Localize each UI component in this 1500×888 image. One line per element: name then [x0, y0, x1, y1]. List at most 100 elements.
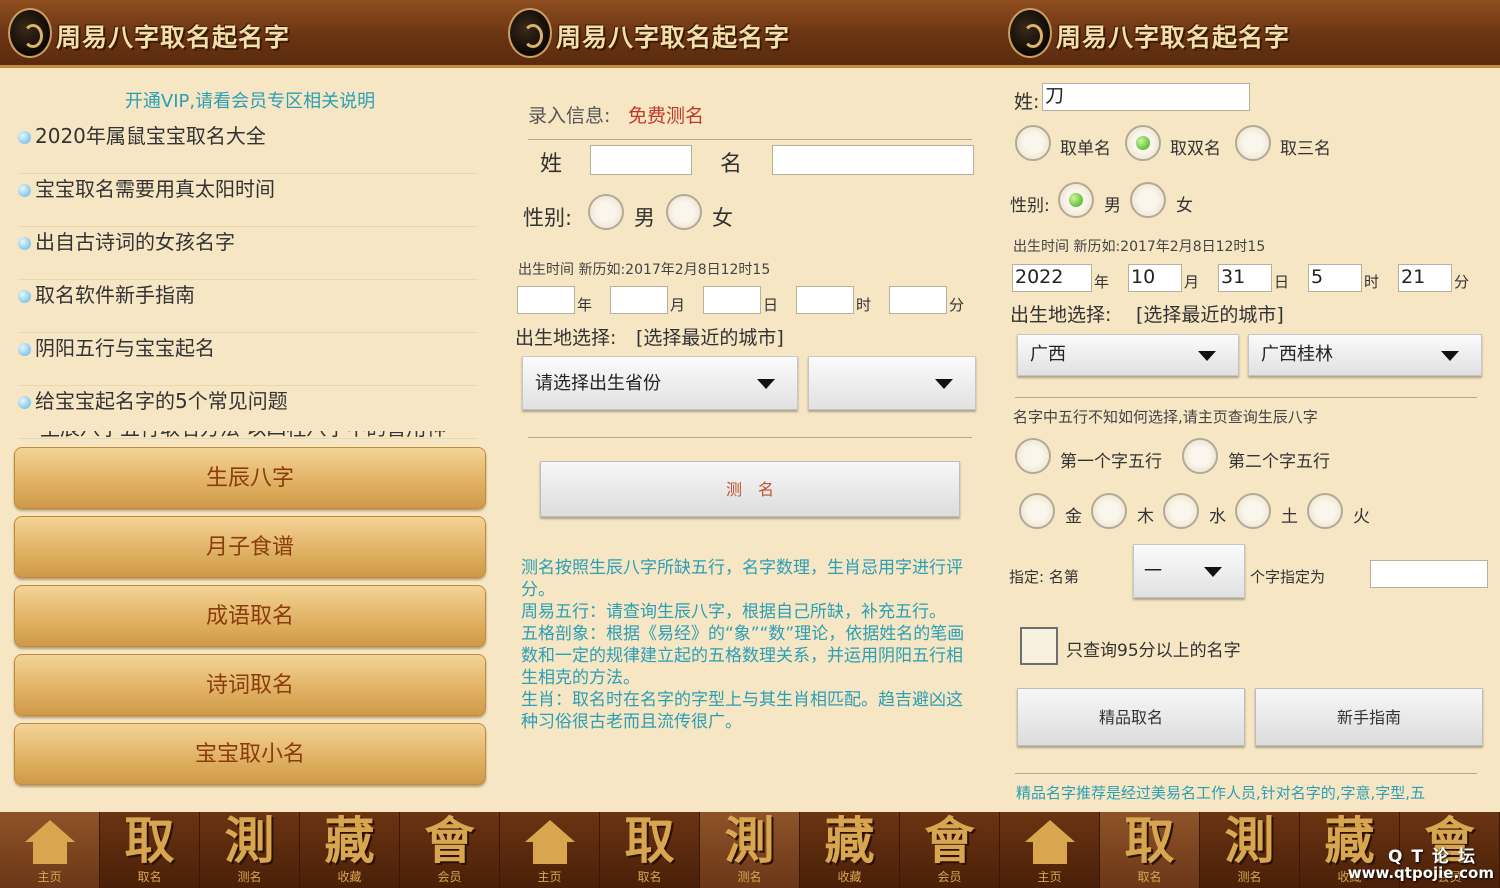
- year-unit: 年: [1094, 273, 1110, 291]
- fire-radio[interactable]: [1307, 493, 1343, 529]
- only95-checkbox[interactable]: [1020, 627, 1058, 665]
- nav-label: 主页: [1037, 870, 1062, 884]
- home-icon: [24, 820, 75, 864]
- given-name-input[interactable]: [772, 145, 974, 175]
- bottom-nav: 主页 取取名 測测名 藏收藏 會会员: [500, 812, 1000, 888]
- double-name-radio[interactable]: [1125, 125, 1161, 161]
- nav-test[interactable]: 測测名: [700, 812, 800, 888]
- male-radio[interactable]: [588, 194, 624, 230]
- male-label: 男: [1104, 196, 1121, 216]
- app-title: 周易八字取名起名字: [556, 23, 791, 52]
- triple-name-radio[interactable]: [1235, 125, 1271, 161]
- birth-hint: 出生时间 新历如:2017年2月8日12时15: [1013, 239, 1266, 255]
- favorites-glyph-icon: 藏: [824, 812, 875, 870]
- province-select[interactable]: 广西: [1017, 334, 1239, 376]
- female-radio[interactable]: [666, 194, 702, 230]
- birth-minute-input[interactable]: [889, 286, 947, 314]
- nav-naming[interactable]: 取取名: [100, 812, 200, 888]
- nav-home[interactable]: 主页: [0, 812, 100, 888]
- birth-day-input[interactable]: 31: [1218, 264, 1272, 292]
- birth-minute-input[interactable]: 21: [1398, 264, 1452, 292]
- birth-month-input[interactable]: [610, 286, 668, 314]
- premium-footer-text: 精品名字推荐是经过美易名工作人员,针对名字的,字意,字型,五: [1016, 784, 1426, 802]
- nav-favorites[interactable]: 藏收藏: [800, 812, 900, 888]
- city-select-value: 广西桂林: [1261, 344, 1333, 365]
- second-char-wuxing-radio[interactable]: [1182, 438, 1218, 474]
- birth-hint: 出生时间 新历如:2017年2月8日12时15: [518, 262, 771, 278]
- nav-member[interactable]: 會会员: [400, 812, 500, 888]
- article-item[interactable]: 出自古诗词的女孩名字: [18, 227, 478, 280]
- earth-radio[interactable]: [1235, 493, 1271, 529]
- wood-radio[interactable]: [1091, 493, 1127, 529]
- home-icon: [1024, 820, 1075, 864]
- dropdown-arrow-icon: [1441, 351, 1459, 361]
- nav-test[interactable]: 測测名: [200, 812, 300, 888]
- assigned-char-input[interactable]: [1370, 560, 1488, 588]
- premium-naming-button[interactable]: 精品取名: [1017, 688, 1245, 746]
- birth-month-input[interactable]: 10: [1128, 264, 1182, 292]
- nav-member[interactable]: 會会员: [900, 812, 1000, 888]
- surname-input[interactable]: [590, 145, 692, 175]
- birth-year-input[interactable]: [517, 286, 575, 314]
- birth-day-input[interactable]: [703, 286, 761, 314]
- nav-test[interactable]: 測测名: [1200, 812, 1300, 888]
- city-select[interactable]: 广西桂林: [1248, 334, 1482, 376]
- article-item[interactable]: 阴阳五行与宝宝起名: [18, 333, 478, 386]
- article-item-partial[interactable]: 生辰八字五行取名方法 以四柱八字中的喜用神: [18, 431, 478, 441]
- article-item[interactable]: 取名软件新手指南: [18, 280, 478, 333]
- birthplace-label: 出生地选择:: [515, 327, 617, 349]
- article-item[interactable]: 2020年属鼠宝宝取名大全: [18, 121, 478, 174]
- dropdown-arrow-icon: [1198, 351, 1216, 361]
- nearest-city-link[interactable]: [选择最近的城市]: [1136, 300, 1284, 327]
- test-name-button[interactable]: 测 名: [540, 461, 960, 517]
- app-title: 周易八字取名起名字: [56, 23, 291, 52]
- char-position-select[interactable]: 一: [1133, 544, 1245, 598]
- divider: [528, 437, 972, 438]
- bazi-button[interactable]: 生辰八字: [14, 447, 486, 509]
- water-radio[interactable]: [1163, 493, 1199, 529]
- female-radio[interactable]: [1130, 182, 1166, 218]
- nav-label: 取名: [1137, 870, 1162, 884]
- metal-label: 金: [1065, 507, 1082, 527]
- info-value: 免费测名: [628, 105, 705, 127]
- nav-favorites[interactable]: 藏收藏: [300, 812, 400, 888]
- hour-unit: 时: [856, 296, 872, 314]
- article-item[interactable]: 宝宝取名需要用真太阳时间: [18, 174, 478, 227]
- first-char-wuxing-radio[interactable]: [1015, 438, 1051, 474]
- divider: [1015, 397, 1477, 398]
- male-radio[interactable]: [1058, 182, 1094, 218]
- poem-naming-button[interactable]: 诗词取名: [14, 654, 486, 716]
- surname-input[interactable]: 刀: [1042, 83, 1250, 111]
- only95-label: 只查询95分以上的名字: [1066, 641, 1241, 661]
- nav-naming[interactable]: 取取名: [600, 812, 700, 888]
- forum-url-watermark: www.qtpojie.com: [1347, 864, 1494, 882]
- nearest-city-link[interactable]: [选择最近的城市]: [636, 323, 784, 350]
- birth-year-input[interactable]: 2022: [1012, 264, 1092, 292]
- baby-nickname-button[interactable]: 宝宝取小名: [14, 723, 486, 785]
- birth-hour-input[interactable]: [796, 286, 854, 314]
- day-unit: 日: [763, 296, 779, 314]
- member-glyph-icon: 會: [924, 812, 975, 870]
- month-unit: 月: [1184, 273, 1200, 291]
- nav-home[interactable]: 主页: [500, 812, 600, 888]
- description: 测名按照生辰八字所缺五行，名字数理，生肖忌用字进行评分。 周易五行：请查询生辰八…: [521, 557, 979, 733]
- desc-paragraph: 周易五行：请查询生辰八字，根据自己所缺，补充五行。: [521, 602, 946, 622]
- bullet-icon: [18, 131, 31, 144]
- dropdown-arrow-icon: [935, 379, 953, 389]
- province-select-value: 请选择出生省份: [535, 373, 661, 394]
- vip-notice-link[interactable]: 开通VIP,请看会员专区相关说明: [0, 87, 500, 113]
- nav-naming[interactable]: 取取名: [1100, 812, 1200, 888]
- city-select[interactable]: [808, 356, 976, 410]
- province-select[interactable]: 请选择出生省份: [522, 356, 798, 410]
- beginner-guide-button[interactable]: 新手指南: [1255, 688, 1483, 746]
- nav-home[interactable]: 主页: [1000, 812, 1100, 888]
- confinement-recipes-button[interactable]: 月子食谱: [14, 516, 486, 578]
- birth-hour-input[interactable]: 5: [1308, 264, 1362, 292]
- naming-glyph-icon: 取: [124, 812, 175, 870]
- bullet-icon: [18, 237, 31, 250]
- desc-paragraph: 测名按照生辰八字所缺五行，名字数理，生肖忌用字进行评分。: [521, 558, 963, 600]
- idiom-naming-button[interactable]: 成语取名: [14, 585, 486, 647]
- metal-radio[interactable]: [1019, 493, 1055, 529]
- article-title: 阴阳五行与宝宝起名: [35, 336, 215, 360]
- single-name-radio[interactable]: [1015, 125, 1051, 161]
